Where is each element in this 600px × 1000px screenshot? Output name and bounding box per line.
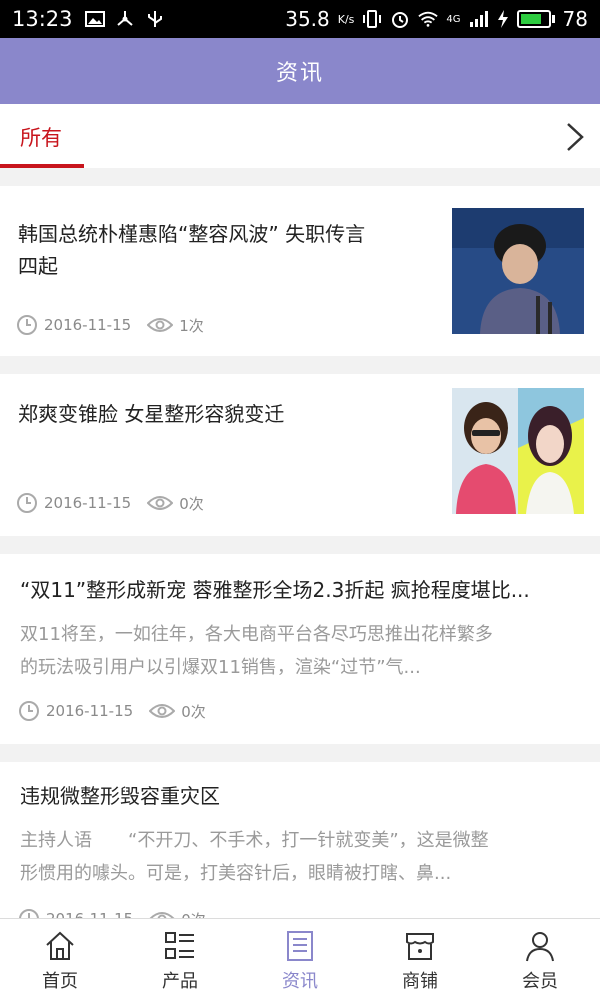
clock-icon: [19, 701, 39, 721]
category-tabs: 所有: [0, 104, 600, 168]
nav-news[interactable]: 资讯: [240, 919, 360, 1000]
nav-shop-label: 商铺: [402, 971, 438, 992]
news-date: 2016-11-15: [44, 494, 132, 512]
clock-icon: [17, 315, 37, 335]
charging-icon: [497, 10, 508, 28]
tab-all-label: 所有: [20, 126, 62, 150]
news-date: 2016-11-15: [44, 316, 132, 334]
nav-member[interactable]: 会员: [480, 919, 600, 1000]
shop-icon: [406, 933, 434, 960]
news-views: 0次: [181, 702, 206, 721]
news-thumbnail[interactable]: [452, 388, 584, 514]
nav-home-label: 首页: [42, 971, 78, 992]
tab-all[interactable]: 所有: [0, 104, 84, 168]
news-meta: 2016-11-15 1次: [16, 314, 204, 336]
news-summary: 双11将至，一如往年，各大电商平台各尽巧思推出花样繁多 的玩法吸引用户以引爆双1…: [20, 624, 493, 678]
nav-news-label: 资讯: [282, 971, 318, 992]
news-card[interactable]: 韩国总统朴槿惠陷“整容风波” 失职传言 四起 2016-11-15 1次: [0, 186, 600, 356]
news-date: 2016-11-15: [46, 702, 134, 720]
product-list-icon: [165, 932, 194, 959]
news-views: 1次: [179, 316, 204, 335]
page-title: 资讯: [275, 61, 324, 86]
vibrate-icon: [363, 10, 382, 28]
news-card[interactable]: 违规微整形毁容重灾区 主持人语 “不开刀、不手术，打一针就变美”，这是微整 形惯…: [0, 762, 600, 932]
header-bar: 资讯: [0, 38, 600, 104]
news-thumbnail[interactable]: [452, 208, 584, 334]
network-speed: 35.8: [285, 7, 330, 31]
news-title: 违规微整形毁容重灾区: [20, 784, 220, 808]
battery-level: 78: [562, 7, 588, 31]
tab-active-indicator: [0, 164, 84, 168]
battery-icon: [516, 10, 555, 28]
status-time: 13:23: [12, 7, 73, 31]
news-title: “双11”整形成新宠 蓉雅整形全场2.3折起 疯抢程度堪比...: [20, 578, 530, 602]
news-title: 郑爽变锥脸 女星整形容貌变迁: [18, 402, 285, 426]
nav-shop[interactable]: 商铺: [360, 919, 480, 1000]
home-icon: [46, 931, 74, 960]
nav-home[interactable]: 首页: [0, 919, 120, 1000]
news-card[interactable]: “双11”整形成新宠 蓉雅整形全场2.3折起 疯抢程度堪比... 双11将至，一…: [0, 554, 600, 744]
news-meta: 2016-11-15 0次: [16, 492, 204, 514]
news-card[interactable]: 郑爽变锥脸 女星整形容貌变迁 2016-11-15 0次: [0, 374, 600, 536]
alarm-icon: [392, 12, 409, 28]
bottom-nav: 首页 产品 资讯 商铺 会员: [0, 918, 600, 1000]
news-icon: [287, 931, 313, 961]
network-type: 4G: [446, 13, 461, 25]
news-meta: 2016-11-15 0次: [18, 700, 206, 722]
nav-member-label: 会员: [522, 971, 558, 992]
news-title: 韩国总统朴槿惠陷“整容风波” 失职传言 四起: [18, 222, 366, 278]
nav-products[interactable]: 产品: [120, 919, 240, 1000]
network-speed-unit: K/s: [337, 12, 355, 26]
nav-products-label: 产品: [162, 971, 198, 992]
clock-icon: [17, 493, 37, 513]
eye-icon: [147, 496, 174, 510]
wifi-icon: [418, 11, 439, 27]
chevron-right-icon[interactable]: [560, 120, 590, 154]
eye-icon: [147, 318, 174, 332]
signal-icon: [469, 11, 488, 27]
member-icon: [526, 932, 554, 962]
eye-icon: [149, 704, 176, 718]
news-summary: 主持人语 “不开刀、不手术，打一针就变美”，这是微整 形惯用的噱头。可是，打美容…: [20, 830, 489, 884]
usb-icon: [147, 11, 162, 27]
status-bar: 13:23 35.8 K/s 4G 78: [0, 0, 600, 38]
image-notification-icon: [84, 11, 105, 27]
share-notification-icon: [116, 11, 133, 26]
news-views: 0次: [179, 494, 204, 513]
